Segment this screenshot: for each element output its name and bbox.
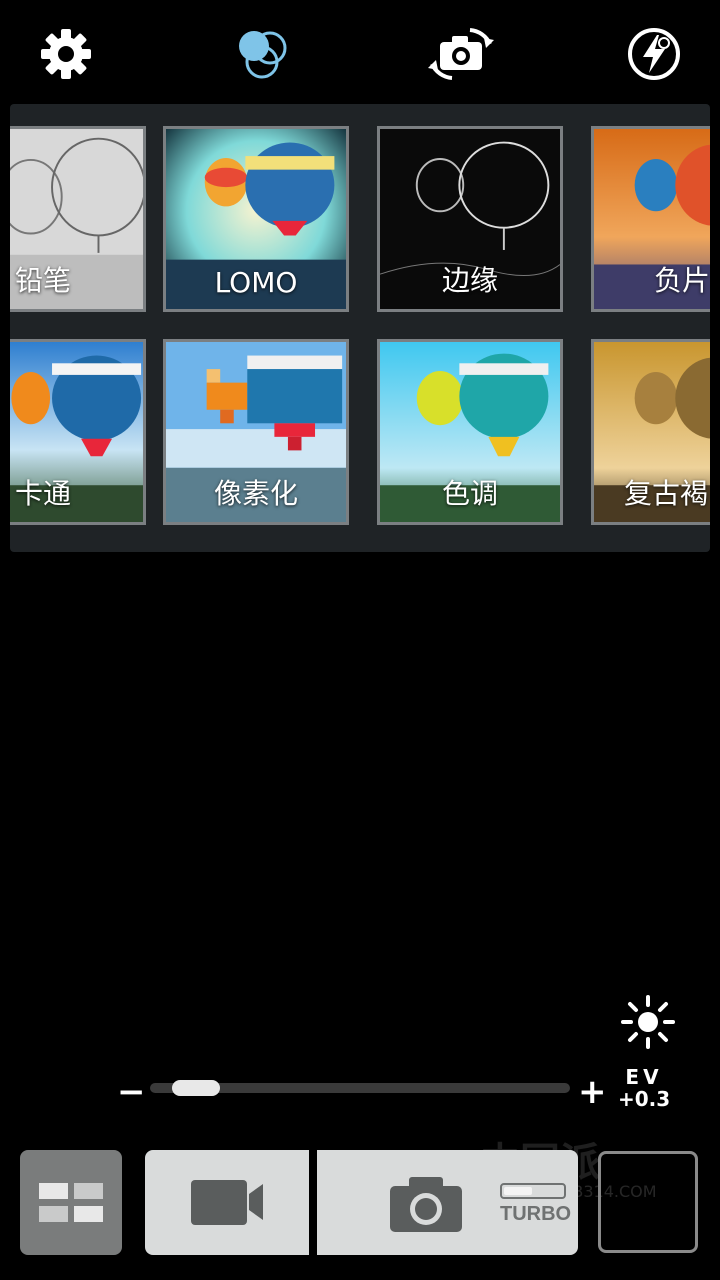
filter-label: 复古褐 — [624, 477, 709, 510]
flash-button[interactable] — [626, 26, 682, 82]
filter-pixelate[interactable]: 像素化 — [163, 339, 349, 525]
ev-slider-thumb[interactable] — [172, 1080, 221, 1096]
filter-label: 铅笔 — [15, 264, 72, 297]
filter-label: 像素化 — [213, 477, 298, 510]
ev-readout: EV +0.3 — [618, 1066, 670, 1110]
filter-button[interactable] — [234, 26, 290, 82]
turbo-toggle[interactable] — [500, 1183, 566, 1201]
filter-label: 边缘 — [441, 264, 498, 297]
gallery-thumbnail[interactable] — [598, 1151, 698, 1253]
switch-camera-button[interactable] — [428, 26, 494, 82]
ev-title: EV — [625, 1065, 663, 1089]
ev-plus-button[interactable]: + — [578, 1072, 607, 1112]
filter-label: 卡通 — [15, 477, 72, 510]
grid-icon — [39, 1183, 103, 1222]
video-record-button[interactable] — [145, 1150, 309, 1255]
filter-sepia[interactable]: 复古褐 — [591, 339, 710, 525]
filter-pencil[interactable]: 铅笔 — [10, 126, 146, 312]
ev-minus-button[interactable]: − — [117, 1072, 146, 1112]
filter-label: 负片 — [654, 264, 710, 297]
sun-icon — [621, 995, 675, 1049]
filter-label: LOMO — [214, 266, 298, 299]
brightness-button[interactable] — [620, 994, 676, 1050]
color-filter-icon — [239, 31, 287, 79]
filter-negative[interactable]: 负片 — [591, 126, 710, 312]
gear-icon — [41, 29, 91, 79]
filter-label: 色调 — [441, 477, 498, 510]
filter-tone[interactable]: 色调 — [377, 339, 563, 525]
filter-panel: 铅笔 LOMO 边缘 负片 卡通 像素化 色调 复古褐 — [10, 104, 710, 552]
ev-value: +0.3 — [618, 1087, 671, 1111]
filter-lomo[interactable]: LOMO — [163, 126, 349, 312]
flash-auto-icon — [628, 28, 680, 80]
filter-cartoon[interactable]: 卡通 — [10, 339, 146, 525]
filter-edge[interactable]: 边缘 — [377, 126, 563, 312]
turbo-label: TURBO — [500, 1203, 572, 1225]
settings-button[interactable] — [38, 26, 94, 82]
camera-switch-icon — [428, 28, 494, 80]
mode-switch-button[interactable] — [20, 1150, 122, 1255]
video-camera-icon — [191, 1180, 263, 1225]
